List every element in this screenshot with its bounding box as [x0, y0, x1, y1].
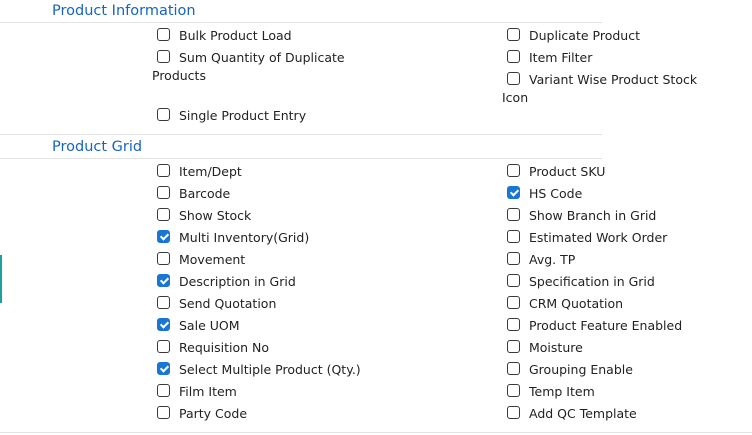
option-specification-in-grid[interactable]: Specification in Grid [507, 273, 655, 291]
option-variant-wise-label-cont: Icon [502, 90, 529, 105]
option-moisture[interactable]: Moisture [507, 339, 583, 357]
checkbox[interactable] [157, 406, 170, 419]
checkbox[interactable] [507, 208, 520, 221]
option-sale-uom[interactable]: Sale UOM [157, 317, 240, 335]
section-divider [0, 134, 602, 135]
checkbox[interactable] [157, 296, 170, 309]
checkbox[interactable] [157, 274, 170, 287]
option-duplicate-product[interactable]: Duplicate Product [507, 27, 640, 45]
checkbox[interactable] [157, 340, 170, 353]
option-bulk-product-load[interactable]: Bulk Product Load [157, 27, 292, 45]
checkbox[interactable] [157, 318, 170, 331]
option-product-sku[interactable]: Product SKU [507, 163, 605, 181]
checkbox[interactable] [157, 50, 170, 63]
checkbox[interactable] [507, 318, 520, 331]
checkbox[interactable] [157, 28, 170, 41]
side-accent-marker [0, 255, 2, 303]
option-barcode[interactable]: Barcode [157, 185, 230, 203]
option-item-dept[interactable]: Item/Dept [157, 163, 242, 181]
option-requisition-no[interactable]: Requisition No [157, 339, 269, 357]
checkbox[interactable] [157, 384, 170, 397]
checkbox[interactable] [507, 362, 520, 375]
option-temp-item[interactable]: Temp Item [507, 383, 595, 401]
option-movement[interactable]: Movement [157, 251, 245, 269]
section-title-product-information: Product Information [52, 3, 196, 19]
checkbox[interactable] [157, 252, 170, 265]
checkbox[interactable] [507, 252, 520, 265]
bottom-divider [0, 432, 752, 433]
section-divider [0, 22, 602, 23]
option-variant-wise-product-stock[interactable]: Variant Wise Product Stock [507, 71, 697, 89]
checkbox[interactable] [507, 50, 520, 63]
checkbox[interactable] [507, 186, 520, 199]
checkbox[interactable] [157, 362, 170, 375]
option-select-multiple-product-qty[interactable]: Select Multiple Product (Qty.) [157, 361, 361, 379]
checkbox[interactable] [507, 72, 520, 85]
checkbox[interactable] [507, 384, 520, 397]
option-single-product-entry[interactable]: Single Product Entry [157, 107, 306, 125]
checkbox[interactable] [507, 340, 520, 353]
option-add-qc-template[interactable]: Add QC Template [507, 405, 637, 423]
option-multi-inventory-grid[interactable]: Multi Inventory(Grid) [157, 229, 309, 247]
checkbox[interactable] [157, 164, 170, 177]
option-product-feature-enabled[interactable]: Product Feature Enabled [507, 317, 682, 335]
section-divider [0, 158, 602, 159]
option-send-quotation[interactable]: Send Quotation [157, 295, 276, 313]
option-crm-quotation[interactable]: CRM Quotation [507, 295, 623, 313]
option-description-in-grid[interactable]: Description in Grid [157, 273, 296, 291]
checkbox[interactable] [507, 164, 520, 177]
option-sum-quantity-duplicate[interactable]: Sum Quantity of Duplicate [157, 49, 345, 67]
checkbox[interactable] [157, 108, 170, 121]
checkbox[interactable] [507, 28, 520, 41]
checkbox[interactable] [507, 406, 520, 419]
checkbox[interactable] [157, 208, 170, 221]
option-party-code[interactable]: Party Code [157, 405, 247, 423]
section-title-product-grid: Product Grid [52, 139, 143, 155]
option-hs-code[interactable]: HS Code [507, 185, 582, 203]
checkbox[interactable] [507, 296, 520, 309]
checkbox[interactable] [157, 186, 170, 199]
option-sum-quantity-duplicate-label-cont: Products [152, 68, 206, 83]
option-show-stock[interactable]: Show Stock [157, 207, 251, 225]
option-item-filter[interactable]: Item Filter [507, 49, 592, 67]
option-estimated-work-order[interactable]: Estimated Work Order [507, 229, 667, 247]
option-grouping-enable[interactable]: Grouping Enable [507, 361, 633, 379]
option-avg-tp[interactable]: Avg. TP [507, 251, 575, 269]
checkbox[interactable] [507, 230, 520, 243]
option-film-item[interactable]: Film Item [157, 383, 237, 401]
checkbox[interactable] [507, 274, 520, 287]
option-show-branch-in-grid[interactable]: Show Branch in Grid [507, 207, 656, 225]
checkbox[interactable] [157, 230, 170, 243]
